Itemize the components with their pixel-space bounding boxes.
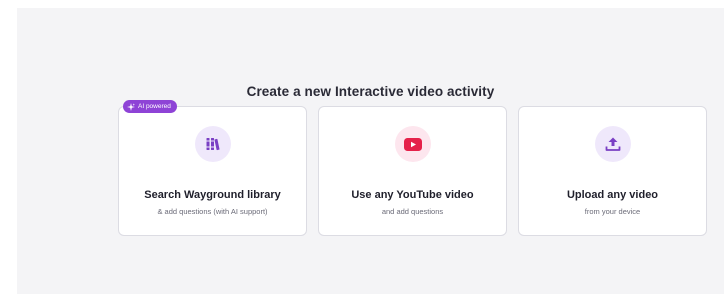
search-library-card[interactable]: Search Wayground library & add questions… <box>118 106 307 236</box>
card-title: Search Wayground library <box>144 189 281 201</box>
upload-icon <box>605 137 620 151</box>
upload-video-card[interactable]: Upload any video from your device <box>518 106 707 236</box>
youtube-play-icon <box>403 137 422 151</box>
library-icon-circle <box>194 126 231 162</box>
library-books-icon <box>206 138 220 151</box>
card-title: Use any YouTube video <box>351 189 474 201</box>
card-subtitle: & add questions (with AI support) <box>157 207 268 216</box>
youtube-icon-circle <box>394 126 431 162</box>
youtube-video-card[interactable]: Use any YouTube video and add questions <box>318 106 507 236</box>
ai-powered-badge: AI powered <box>123 100 177 113</box>
upload-icon-circle <box>594 126 631 162</box>
ai-powered-label: AI powered <box>138 103 171 110</box>
page-heading: Create a new Interactive video activity <box>246 84 495 99</box>
card-title: Upload any video <box>566 189 659 201</box>
sparkle-icon <box>127 102 135 111</box>
card-subtitle: and add questions <box>381 207 444 216</box>
card-subtitle: from your device <box>584 207 641 216</box>
